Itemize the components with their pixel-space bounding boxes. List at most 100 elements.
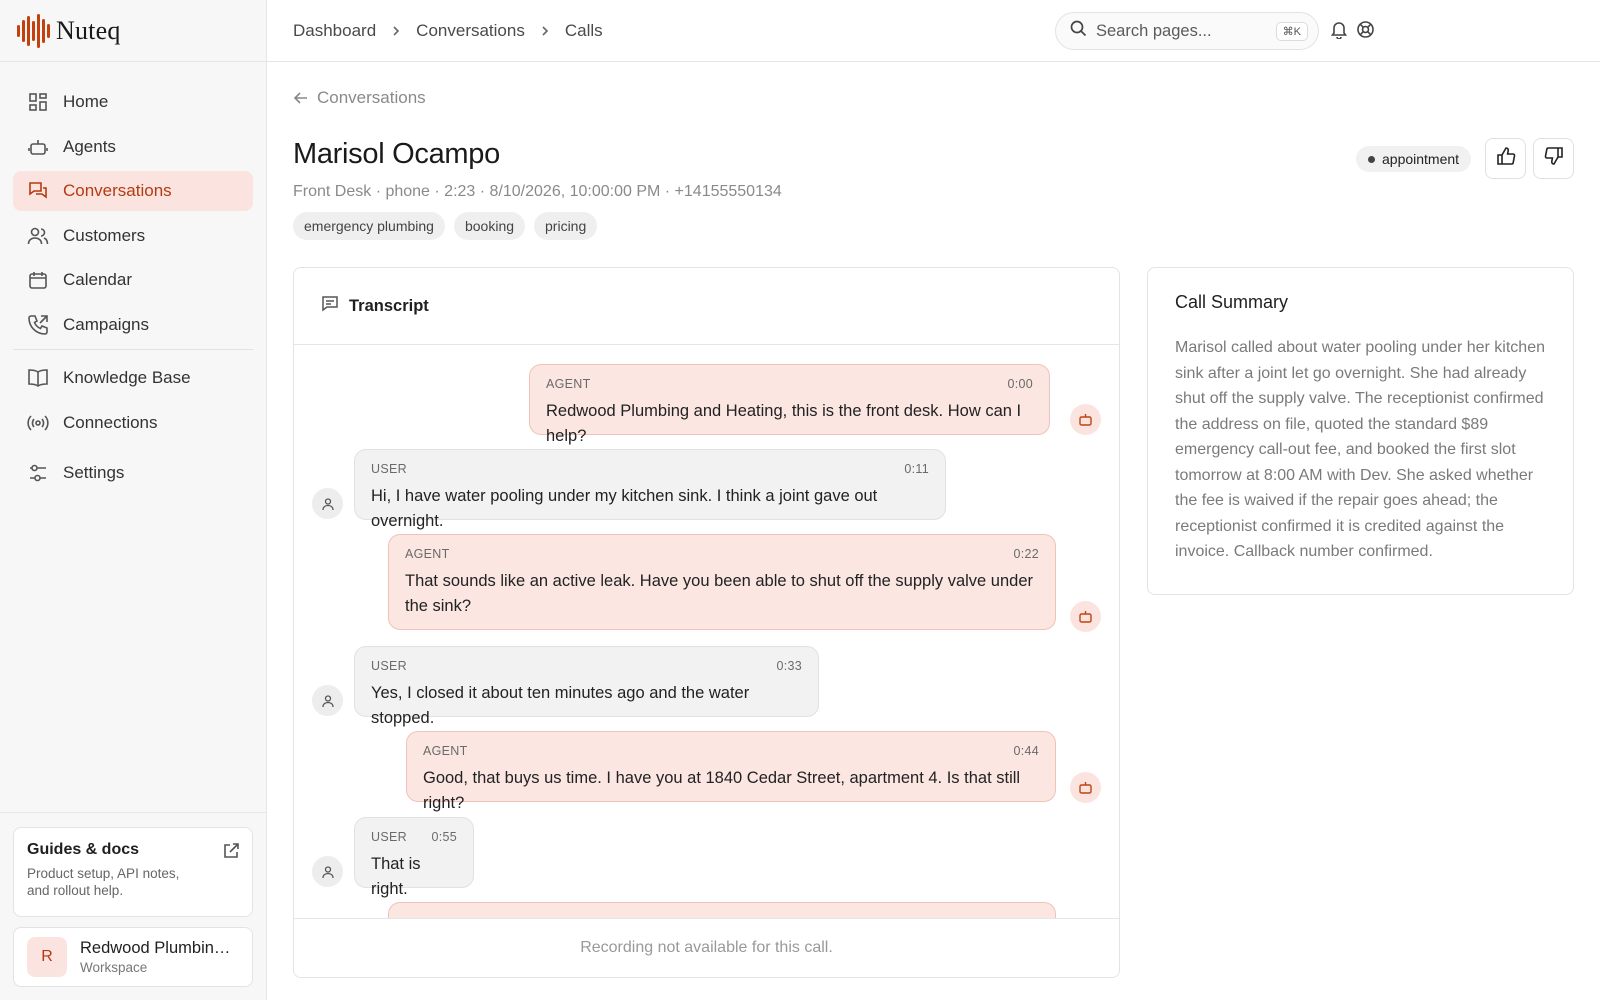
sidebar-item-campaigns[interactable]: Campaigns (13, 305, 253, 345)
guides-description: Product setup, API notes, and rollout he… (27, 866, 180, 898)
thumbs-up-icon (1496, 146, 1516, 171)
message-text: Hi, I have water pooling under my kitche… (371, 487, 878, 530)
page-title: Marisol Ocampo (293, 138, 500, 170)
sidebar-item-home[interactable]: Home (13, 82, 253, 122)
tag-list: emergency plumbing booking pricing (293, 212, 598, 240)
sidebar-item-knowledge-base[interactable]: Knowledge Base (13, 358, 253, 398)
message-role: AGENT (546, 377, 591, 391)
sidebar-item-connections[interactable]: Connections (13, 403, 253, 443)
chevron-right-icon (390, 25, 402, 37)
thumbs-down-button[interactable] (1533, 138, 1574, 179)
help-lifebuoy-icon[interactable] (1356, 20, 1375, 44)
intent-label: appointment (1382, 151, 1460, 167)
search-icon (1070, 20, 1087, 42)
workspace-avatar: R (27, 937, 67, 977)
user-message: USER 0:33 Yes, I closed it about ten minu… (354, 646, 819, 727)
call-summary-panel: Call Summary Marisol called about water … (1147, 267, 1574, 595)
message-time: 0:44 (1013, 744, 1039, 758)
status-dot-icon (1368, 155, 1375, 163)
user-message: USER 0:11 Hi, I have water pooling under … (354, 449, 946, 530)
message-text: That is right. (371, 855, 421, 898)
sidebar-nav: Home Agents Conversations Customers Cale… (0, 62, 266, 493)
sidebar-item-label: Home (63, 92, 109, 111)
guides-title: Guides & docs (27, 841, 140, 858)
breadcrumb-conversations[interactable]: Conversations (416, 21, 525, 41)
phone-outgoing-icon (27, 314, 49, 336)
message-role: USER (371, 830, 407, 844)
sidebar-item-label: Calendar (63, 270, 132, 289)
user-message: USER 0:55 That is right. (354, 817, 474, 898)
transcript-panel: Transcript AGENT 0:00 Redwood Plumbing an… (293, 267, 1120, 978)
message-text: Good, that buys us time. I have you at 1… (423, 769, 1021, 812)
sidebar-item-label: Settings (63, 463, 125, 482)
tag: emergency plumbing (293, 212, 445, 240)
agent-message: AGENT 0:44 Good, that buys us time. I hav… (406, 731, 1056, 812)
sidebar-item-customers[interactable]: Customers (13, 216, 253, 256)
user-avatar-icon (312, 488, 343, 519)
message-text: Redwood Plumbing and Heating, this is th… (546, 402, 1022, 445)
workspace-name: Redwood Plumbing and Heating (80, 939, 236, 957)
sidebar-item-label: Customers (63, 225, 146, 245)
search-placeholder: Search pages... (1096, 21, 1212, 40)
message-role: USER (371, 462, 407, 476)
topbar: Dashboard Conversations Calls Search pag… (267, 0, 1600, 62)
sidebar-item-conversations[interactable]: Conversations (13, 171, 253, 211)
message-text: That sounds like an active leak. Have yo… (405, 572, 1034, 615)
home-grid-icon (27, 91, 49, 113)
transcript-messages[interactable]: AGENT 0:00 Redwood Plumbing and Heating, … (294, 346, 1119, 920)
robot-icon (27, 136, 49, 158)
workspace-switcher[interactable]: R Redwood Plumbing and Heating Workspace (13, 927, 253, 987)
agent-message: AGENT 0:00 Redwood Plumbing and Heating, … (529, 364, 1050, 445)
sidebar-item-label: Agents (63, 136, 116, 156)
sidebar: Nuteq Home Agents Conversations Customer… (0, 0, 267, 1000)
message-time: 0:00 (1007, 377, 1033, 391)
bell-icon[interactable] (1330, 20, 1348, 44)
message-time: 0:11 (904, 462, 929, 476)
chat-bubbles-icon (27, 180, 49, 202)
message-role: USER (371, 659, 407, 673)
sidebar-item-label: Campaigns (63, 314, 149, 334)
message-time: 0:33 (776, 659, 802, 673)
agent-avatar-robot-icon (1070, 772, 1101, 803)
back-link[interactable]: Conversations (293, 88, 426, 108)
message-time: 0:22 (1013, 547, 1039, 561)
guides-card[interactable]: Guides & docs Product setup, API notes, … (13, 827, 253, 917)
sidebar-item-calendar[interactable]: Calendar (13, 260, 253, 300)
thumbs-up-button[interactable] (1485, 138, 1526, 179)
brand[interactable]: Nuteq (0, 0, 266, 62)
transcript-icon (321, 295, 339, 318)
external-link-icon[interactable] (222, 842, 240, 865)
user-avatar-icon (312, 685, 343, 716)
users-icon (27, 225, 49, 247)
sidebar-item-label: Conversations (63, 181, 172, 200)
nav-divider (13, 349, 253, 350)
sliders-icon (27, 462, 49, 484)
message-role: AGENT (423, 744, 468, 758)
breadcrumb-dashboard[interactable]: Dashboard (293, 21, 376, 41)
breadcrumb: Dashboard Conversations Calls (293, 21, 603, 41)
sidebar-item-settings[interactable]: Settings (13, 453, 253, 493)
call-meta: Front Desk · phone · 2:23 · 8/10/2026, 1… (293, 183, 782, 200)
brand-name: Nuteq (56, 15, 121, 45)
summary-title: Call Summary (1175, 292, 1289, 312)
book-icon (27, 367, 49, 389)
breadcrumb-calls[interactable]: Calls (565, 21, 603, 41)
waveform-logo-icon (17, 13, 50, 48)
transcript-title: Transcript (349, 296, 429, 315)
recording-status: Recording not available for this call. (294, 918, 1119, 977)
transcript-header: Transcript (294, 268, 1119, 345)
message-time: 0:55 (431, 830, 457, 844)
agent-avatar-robot-icon (1070, 601, 1101, 632)
agent-message: AGENT 0:22 That sounds like an active lea… (388, 534, 1056, 630)
main-content: Conversations Marisol Ocampo Front Desk … (293, 62, 1574, 1000)
back-link-label: Conversations (317, 88, 426, 107)
search-input[interactable]: Search pages... ⌘K (1055, 12, 1319, 50)
sidebar-item-label: Knowledge Base (63, 368, 191, 387)
calendar-icon (27, 269, 49, 291)
broadcast-icon (27, 412, 49, 434)
user-avatar-icon (312, 856, 343, 887)
sidebar-item-agents[interactable]: Agents (13, 127, 253, 167)
chevron-right-icon (539, 25, 551, 37)
thumbs-down-icon (1544, 146, 1564, 171)
summary-text: Marisol called about water pooling under… (1175, 339, 1545, 560)
